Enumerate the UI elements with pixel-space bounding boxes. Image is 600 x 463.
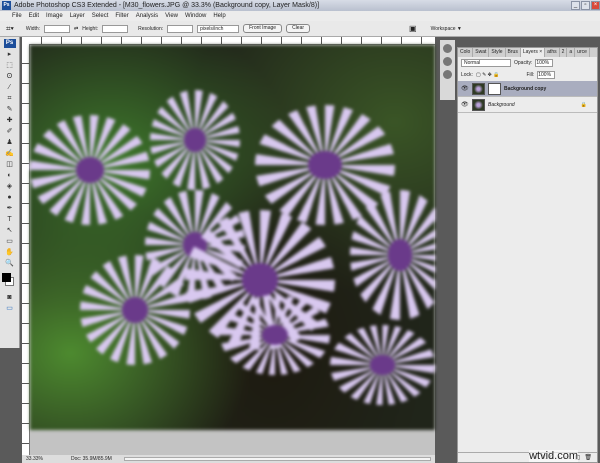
front-image-button[interactable]: Front Image xyxy=(243,24,283,33)
tab-paths[interactable]: aths xyxy=(545,48,560,57)
menu-window[interactable]: Window xyxy=(185,11,206,21)
marquee-tool-icon[interactable]: ⬚ xyxy=(4,61,16,70)
restore-button[interactable]: ▫ xyxy=(581,1,590,10)
window-title: Adobe Photoshop CS3 Extended - [M30_flow… xyxy=(14,2,320,9)
hand-tool-icon[interactable]: ✋ xyxy=(4,248,16,257)
tab-source[interactable]: urce xyxy=(575,48,590,57)
horizontal-scrollbar[interactable] xyxy=(123,457,431,461)
watermark: wtvid.com xyxy=(529,450,578,462)
close-button[interactable]: × xyxy=(591,1,600,10)
horizontal-ruler xyxy=(22,37,435,45)
lasso-tool-icon[interactable]: ʘ xyxy=(4,72,16,81)
layer-name: Background xyxy=(488,101,515,108)
menu-select[interactable]: Select xyxy=(92,11,109,21)
histogram-icon[interactable] xyxy=(443,57,452,66)
options-bar: ⌗▾ Width: ⇄ Height: Resolution: pixels/i… xyxy=(0,21,600,37)
layer-name: Background copy xyxy=(504,85,547,92)
menu-edit[interactable]: Edit xyxy=(29,11,39,21)
ps-logo: Ps xyxy=(3,39,16,48)
minimize-button[interactable]: _ xyxy=(571,1,580,10)
clear-button[interactable]: Clear xyxy=(286,24,311,33)
navigator-icon[interactable] xyxy=(443,44,452,53)
screen-mode-icon[interactable]: ▭ xyxy=(4,304,16,313)
tab-a[interactable]: a xyxy=(567,48,576,57)
foreground-color[interactable] xyxy=(2,273,11,282)
menu-file[interactable]: File xyxy=(12,11,22,21)
resolution-label: Resolution: xyxy=(138,25,164,32)
eraser-tool-icon[interactable]: ◫ xyxy=(4,160,16,169)
flower-photo xyxy=(30,45,435,430)
toolbox: Ps ▸ ⬚ ʘ ⁄ ⌗ ✎ ✚ ✐ ♟ ✍ ◫ ◐ ◈ ● ✒ T ↖ ▭ ✋… xyxy=(0,37,20,348)
menu-layer[interactable]: Layer xyxy=(70,11,85,21)
layer-row[interactable]: 👁 Background 🔒 xyxy=(458,97,597,113)
resolution-input[interactable] xyxy=(167,24,194,33)
units-select[interactable]: pixels/inch xyxy=(197,24,240,33)
type-tool-icon[interactable]: T xyxy=(4,215,16,224)
layers-panel: Colo Swat Style Brus Layers × aths 2 a u… xyxy=(457,47,598,463)
menu-view[interactable]: View xyxy=(165,11,178,21)
crop-tool-icon[interactable]: ⌗ xyxy=(4,94,16,103)
workspace-menu[interactable]: Workspace ▼ xyxy=(431,26,462,32)
swap-icon[interactable]: ⇄ xyxy=(74,26,78,32)
info-icon[interactable] xyxy=(443,70,452,79)
status-bar: 33.33% Doc: 35.9M/85.9M xyxy=(22,455,435,463)
blend-mode-select[interactable]: Normal xyxy=(461,59,511,67)
lock-icon: 🔒 xyxy=(580,101,587,108)
opacity-label: Opacity: xyxy=(514,60,533,66)
pen-tool-icon[interactable]: ✒ xyxy=(4,204,16,213)
healing-brush-icon[interactable]: ✚ xyxy=(4,116,16,125)
title-bar: Ps Adobe Photoshop CS3 Extended - [M30_f… xyxy=(0,0,600,11)
tab-color[interactable]: Colo xyxy=(458,48,474,57)
path-selection-icon[interactable]: ↖ xyxy=(4,226,16,235)
tab-styles[interactable]: Style xyxy=(489,48,506,57)
blur-tool-icon[interactable]: ◈ xyxy=(4,182,16,191)
layer-mask-thumbnail[interactable] xyxy=(488,82,501,95)
eye-icon[interactable]: 👁 xyxy=(461,101,469,108)
layer-thumbnail xyxy=(472,82,485,95)
crop-tool-icon[interactable]: ⌗▾ xyxy=(6,24,14,34)
tab-brushes[interactable]: Brus xyxy=(506,48,521,57)
color-swatches[interactable] xyxy=(0,271,19,291)
vertical-ruler xyxy=(22,44,30,455)
opacity-input[interactable]: 100% xyxy=(535,59,554,67)
menu-bar: File Edit Image Layer Select Filter Anal… xyxy=(0,11,600,21)
height-label: Height: xyxy=(82,25,99,32)
fill-input[interactable]: 100% xyxy=(537,71,556,79)
eye-icon[interactable]: 👁 xyxy=(461,85,469,92)
clone-stamp-icon[interactable]: ♟ xyxy=(4,138,16,147)
history-brush-icon[interactable]: ✍ xyxy=(4,149,16,158)
panel-dock xyxy=(440,40,455,100)
layer-row[interactable]: 👁 Background copy xyxy=(458,81,597,97)
lock-label: Lock: xyxy=(461,72,473,78)
app-icon: Ps xyxy=(2,1,11,10)
paint-bucket-icon[interactable]: ◐ xyxy=(4,171,16,180)
tab-2[interactable]: 2 xyxy=(560,48,568,57)
document-canvas[interactable] xyxy=(30,45,435,455)
zoom-tool-icon[interactable]: 🔍 xyxy=(4,259,16,268)
menu-image[interactable]: Image xyxy=(46,11,63,21)
dodge-tool-icon[interactable]: ● xyxy=(4,193,16,202)
shape-tool-icon[interactable]: ▭ xyxy=(4,237,16,246)
brush-tool-icon[interactable]: ✐ xyxy=(4,127,16,136)
slice-tool-icon[interactable]: ✎ xyxy=(4,105,16,114)
width-label: Width: xyxy=(25,25,41,32)
tab-swatches[interactable]: Swat xyxy=(473,48,490,57)
quick-mask-icon[interactable]: ◙ xyxy=(4,293,16,302)
tab-layers[interactable]: Layers × xyxy=(520,48,546,57)
menu-help[interactable]: Help xyxy=(213,11,225,21)
bridge-icon[interactable]: ▣ xyxy=(409,24,417,33)
magic-wand-tool-icon[interactable]: ⁄ xyxy=(4,83,16,92)
lock-icons[interactable]: ▢ ✎ ✥ 🔒 xyxy=(476,72,500,78)
layer-thumbnail xyxy=(472,98,485,111)
fill-label: Fill: xyxy=(526,72,535,78)
width-input[interactable] xyxy=(44,24,71,33)
trash-icon[interactable]: 🗑 xyxy=(584,453,592,462)
move-tool-icon[interactable]: ▸ xyxy=(4,50,16,59)
menu-analysis[interactable]: Analysis xyxy=(136,11,158,21)
doc-size: Doc: 35.9M/85.9M xyxy=(70,456,112,462)
menu-filter[interactable]: Filter xyxy=(115,11,128,21)
zoom-level[interactable]: 33.33% xyxy=(26,455,43,463)
panel-tabs: Colo Swat Style Brus Layers × aths 2 a u… xyxy=(458,48,597,57)
height-input[interactable] xyxy=(102,24,129,33)
